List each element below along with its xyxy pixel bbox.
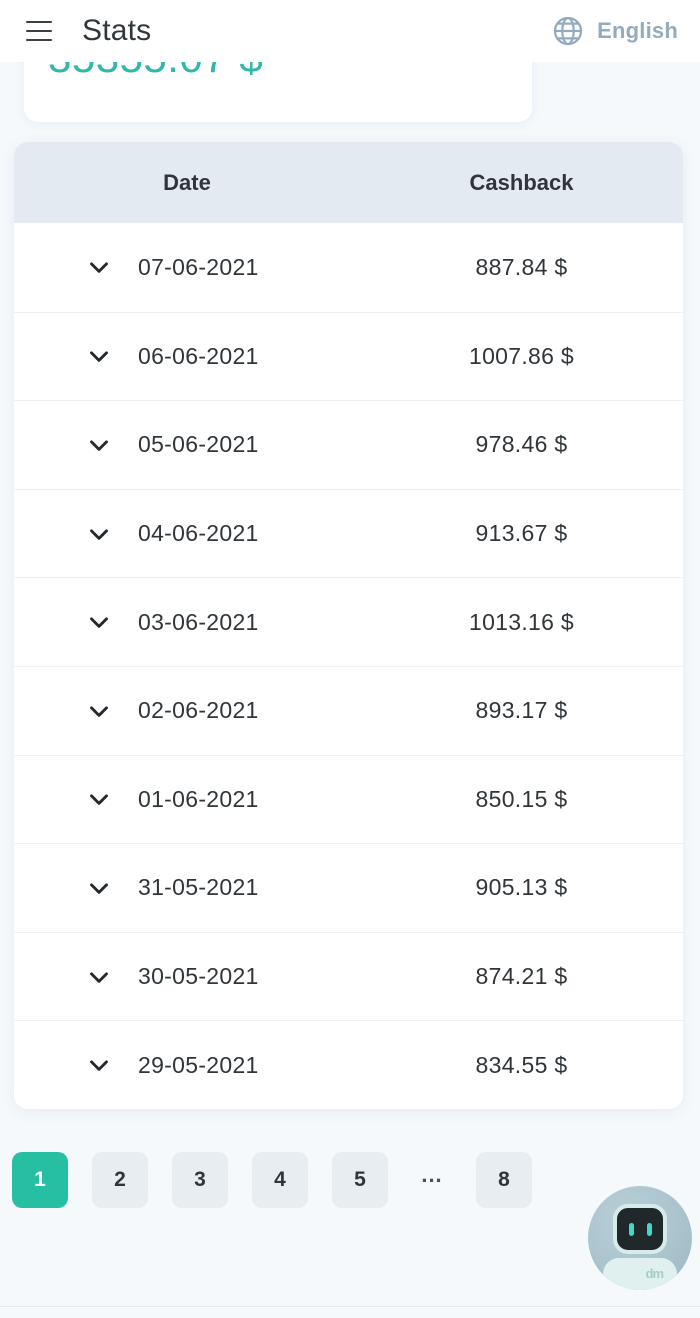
cell-date: 05-06-2021 <box>14 430 360 460</box>
row-date: 07-06-2021 <box>138 253 259 280</box>
robot-head <box>613 1204 667 1254</box>
cell-date: 02-06-2021 <box>14 696 360 726</box>
pagination: 1 2 3 4 5... 8 <box>12 1152 532 1208</box>
row-cashback: 893.17 $ <box>475 697 568 724</box>
table-row[interactable]: 03-06-2021 1013.16 $ <box>14 577 683 666</box>
bottom-divider <box>0 1306 700 1307</box>
stats-page: 35355.07 $ Stats English Date <box>0 0 700 1318</box>
pagination-page-last[interactable]: 8 <box>476 1152 532 1208</box>
cell-date: 29-05-2021 <box>14 1050 360 1080</box>
table-row[interactable]: 05-06-2021 978.46 $ <box>14 400 683 489</box>
pagination-page-4[interactable]: 4 <box>252 1152 308 1208</box>
row-cashback: 850.15 $ <box>475 785 568 812</box>
table-row[interactable]: 31-05-2021 905.13 $ <box>14 843 683 932</box>
pagination-page-2[interactable]: 2 <box>92 1152 148 1208</box>
row-date: 06-06-2021 <box>138 342 259 369</box>
row-cashback: 887.84 $ <box>475 253 568 280</box>
robot-eye-left <box>628 1222 634 1236</box>
pagination-page-1[interactable]: 1 <box>12 1152 68 1208</box>
row-date: 31-05-2021 <box>138 874 259 901</box>
table-row[interactable]: 29-05-2021 834.55 $ <box>14 1020 683 1109</box>
table-row[interactable]: 04-06-2021 913.67 $ <box>14 488 683 578</box>
row-cashback: 1013.16 $ <box>468 608 575 635</box>
row-cashback: 874.21 $ <box>475 963 568 990</box>
robot-body: dm <box>603 1258 677 1290</box>
chevron-down-icon[interactable] <box>84 1050 114 1080</box>
globe-icon <box>551 14 585 48</box>
language-switcher[interactable]: English <box>551 14 678 48</box>
row-date: 30-05-2021 <box>138 963 259 990</box>
table-row[interactable]: 07-06-2021 887.84 $ <box>14 223 683 312</box>
cell-date: 06-06-2021 <box>14 341 360 371</box>
chevron-down-icon[interactable] <box>84 873 114 903</box>
chevron-down-icon[interactable] <box>84 784 114 814</box>
cell-date: 01-06-2021 <box>14 784 360 814</box>
cell-date: 04-06-2021 <box>14 519 360 549</box>
menu-line-1 <box>26 21 52 23</box>
page-title: Stats <box>82 14 152 47</box>
pagination-ellipsis: ... <box>421 1162 443 1187</box>
language-label: English <box>597 18 678 43</box>
robot-avatar-icon[interactable]: dm <box>588 1186 692 1290</box>
cell-date: 31-05-2021 <box>14 873 360 903</box>
row-cashback: 905.13 $ <box>475 874 568 901</box>
row-date: 05-06-2021 <box>138 431 259 458</box>
cell-date: 07-06-2021 <box>14 252 360 282</box>
chevron-down-icon[interactable] <box>84 430 114 460</box>
column-header-date: Date <box>163 169 211 195</box>
menu-line-3 <box>26 39 52 41</box>
row-cashback: 978.46 $ <box>475 431 568 458</box>
menu-line-2 <box>26 30 52 32</box>
row-date: 02-06-2021 <box>138 697 259 724</box>
row-date: 29-05-2021 <box>138 1051 259 1078</box>
row-date: 03-06-2021 <box>138 608 259 635</box>
cell-date: 03-06-2021 <box>14 607 360 637</box>
chevron-down-icon[interactable] <box>84 252 114 282</box>
hamburger-menu-icon[interactable] <box>26 14 60 48</box>
cashback-table-card: Date Cashback 07-06-2021 887.84 $ 06-06-20… <box>14 142 683 1109</box>
table-row[interactable]: 30-05-2021 874.21 $ <box>14 931 683 1021</box>
row-date: 01-06-2021 <box>138 785 259 812</box>
table-header-row: Date Cashback <box>14 142 683 223</box>
row-date: 04-06-2021 <box>138 520 259 547</box>
row-cashback: 913.67 $ <box>475 520 568 547</box>
robot-brand-mark: dm <box>645 1266 664 1281</box>
table-row[interactable]: 02-06-2021 893.17 $ <box>14 665 683 755</box>
pagination-page-3[interactable]: 3 <box>172 1152 228 1208</box>
column-header-cashback: Cashback <box>469 169 574 195</box>
pagination-page-5[interactable]: 5 <box>332 1152 388 1208</box>
chevron-down-icon[interactable] <box>84 341 114 371</box>
cell-date: 30-05-2021 <box>14 962 360 992</box>
row-cashback: 834.55 $ <box>475 1051 568 1078</box>
chevron-down-icon[interactable] <box>84 962 114 992</box>
robot-eye-right <box>646 1222 652 1236</box>
chevron-down-icon[interactable] <box>84 607 114 637</box>
chevron-down-icon[interactable] <box>84 519 114 549</box>
table-row[interactable]: 01-06-2021 850.15 $ <box>14 754 683 844</box>
chevron-down-icon[interactable] <box>84 696 114 726</box>
table-body: 07-06-2021 887.84 $ 06-06-2021 1007.86 $ 05-… <box>14 223 683 1109</box>
app-bar: Stats English <box>0 0 700 62</box>
table-row[interactable]: 06-06-2021 1007.86 $ <box>14 311 683 401</box>
row-cashback: 1007.86 $ <box>468 342 575 369</box>
